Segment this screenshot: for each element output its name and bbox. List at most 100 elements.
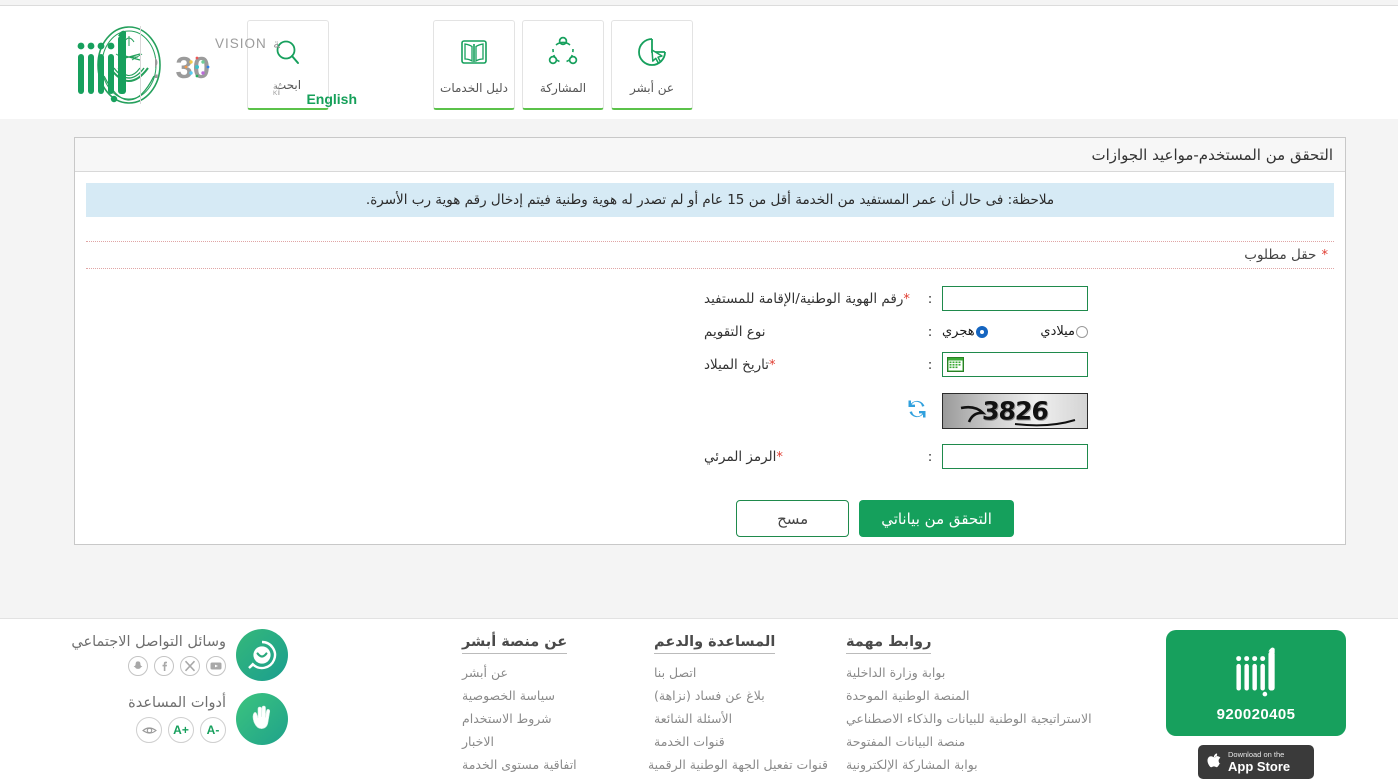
appstore-line1: Download on the <box>1228 750 1285 759</box>
footer-link[interactable]: بوابة وزارة الداخلية <box>846 665 1098 680</box>
page-root: ابحث English عن أبشر المشاركة دليل الخدم… <box>0 0 1398 783</box>
nav-about-absher[interactable]: عن أبشر <box>611 20 693 110</box>
footer-link[interactable]: المنصة الوطنية الموحدة <box>846 688 1098 703</box>
notice-banner: ملاحظة: فى حال أن عمر المستفيد من الخدمة… <box>86 183 1334 217</box>
calendar-type-label: نوع التقويم <box>704 323 766 340</box>
visual-code-input[interactable] <box>942 444 1088 469</box>
absher-logo[interactable] <box>72 24 132 104</box>
social-media-block: وسائل التواصل الاجتماعي <box>18 629 288 681</box>
appstore-badge[interactable]: Download on the App Store <box>1198 745 1314 779</box>
eye-icon[interactable] <box>136 717 162 743</box>
apple-icon <box>1206 751 1222 773</box>
footer-link[interactable]: قنوات الخدمة <box>654 734 828 749</box>
decrease-font-icon[interactable]: -A <box>200 717 226 743</box>
footer-link[interactable]: بلاغ عن فساد (نزاهة) <box>654 688 828 703</box>
panel-header: التحقق من المستخدم-مواعيد الجوازات <box>75 138 1345 172</box>
birth-date-label: *تاريخ الميلاد <box>700 357 918 373</box>
form-row-national-id: : *رقم الهوية الوطنية/الإقامة للمستفيد <box>86 283 1334 314</box>
colon-3: : <box>927 356 933 373</box>
chat-smile-icon[interactable] <box>236 629 288 681</box>
page-title: التحقق من المستخدم-مواعيد الجوازات <box>1091 145 1333 164</box>
radio-hijri-label: هجري <box>942 324 975 339</box>
national-id-input[interactable] <box>942 286 1088 311</box>
form-row-birth-date: : *تاريخ الميلاد <box>86 349 1334 380</box>
book-icon <box>457 35 491 73</box>
footer-link-columns: روابط مهمة بوابة وزارة الداخلية المنصة ا… <box>444 631 1098 780</box>
footer-link[interactable]: اتفاقية مستوى الخدمة <box>462 757 636 772</box>
notice-text: ملاحظة: فى حال أن عمر المستفيد من الخدمة… <box>365 192 1055 208</box>
form-actions: التحقق من بياناتي مسح <box>86 500 1398 537</box>
facebook-icon[interactable] <box>154 656 174 676</box>
footer-link[interactable]: منصة البيانات المفتوحة <box>846 734 1098 749</box>
radio-gregorian[interactable]: ميلادي <box>1040 324 1088 339</box>
language-toggle-english[interactable]: English <box>306 91 357 107</box>
site-header: ابحث English عن أبشر المشاركة دليل الخدم… <box>0 6 1398 119</box>
birth-date-input[interactable] <box>942 352 1088 377</box>
footer-link[interactable]: الاخبار <box>462 734 636 749</box>
nav-services-guide-label: دليل الخدمات <box>440 80 508 95</box>
increase-font-icon[interactable]: +A <box>168 717 194 743</box>
sign-language-hands-icon[interactable] <box>236 693 288 745</box>
svg-text:KINGDOM OF SAUDI ARABIA: KINGDOM OF SAUDI ARABIA <box>273 90 280 96</box>
captcha-image: 3826 <box>942 393 1088 429</box>
form-row-visual-code: : *الرمز المرئي <box>86 441 1334 472</box>
required-star-3: * <box>768 357 776 373</box>
form-row-calendar-type: ميلادي هجري : نوع التقويم <box>86 316 1334 347</box>
contact-card: 920020405 <box>1166 630 1346 736</box>
refresh-icon[interactable] <box>906 398 928 424</box>
calendar-icon[interactable] <box>947 357 964 372</box>
youtube-icon[interactable] <box>206 656 226 676</box>
pie-cursor-icon <box>635 35 669 73</box>
absher-logo-footer-icon <box>1232 644 1280 702</box>
required-star: * <box>1321 247 1329 263</box>
footer-link[interactable]: اتصل بنا <box>654 665 828 680</box>
contact-phone-number: 920020405 <box>1216 705 1296 723</box>
verification-panel: التحقق من المستخدم-مواعيد الجوازات ملاحظ… <box>74 137 1346 545</box>
colon-2: : <box>927 323 933 340</box>
nav-about-absher-label: عن أبشر <box>629 80 675 95</box>
required-star-4: * <box>776 449 783 465</box>
verification-form: : *رقم الهوية الوطنية/الإقامة للمستفيد م… <box>86 283 1334 537</box>
social-icons-row <box>71 656 226 676</box>
footer-link[interactable]: الاستراتيجية الوطنية للبيانات والذكاء ال… <box>846 711 1098 726</box>
header-divider <box>140 26 141 104</box>
footer-column-important-links: روابط مهمة بوابة وزارة الداخلية المنصة ا… <box>828 631 1098 780</box>
footer-link[interactable]: عن أبشر <box>462 665 636 680</box>
panel-body: ملاحظة: فى حال أن عمر المستفيد من الخدمة… <box>75 172 1345 544</box>
radio-gregorian-label: ميلادي <box>1040 324 1075 339</box>
reset-button[interactable]: مسح <box>736 500 850 537</box>
footer-link[interactable]: قنوات تفعيل الجهة الوطنية الرقمية <box>648 757 828 772</box>
captcha-row: 3826 <box>86 391 1334 431</box>
footer-link[interactable]: شروط الاستخدام <box>462 711 636 726</box>
footer-link[interactable]: سياسة الخصوصية <box>462 688 636 703</box>
radio-hijri[interactable]: هجري <box>942 324 988 339</box>
nav-participation[interactable]: المشاركة <box>522 20 604 110</box>
footer-column-title-2: المساعدة والدعم <box>654 634 776 654</box>
accessibility-tools-block: أدوات المساعدة -A +A <box>18 693 288 745</box>
social-media-title: وسائل التواصل الاجتماعي <box>71 634 226 650</box>
svg-text:VISION: VISION <box>215 36 267 51</box>
footer-link[interactable]: الأسئلة الشائعة <box>654 711 828 726</box>
required-field-label: حقل مطلوب <box>1244 247 1317 263</box>
share-network-icon <box>546 35 580 73</box>
nav-services-guide[interactable]: دليل الخدمات <box>433 20 515 110</box>
x-twitter-icon[interactable] <box>180 656 200 676</box>
site-footer: 920020405 Download on the App Store رواب… <box>0 618 1398 783</box>
accessibility-icons-row: -A +A <box>128 717 226 743</box>
colon-1: : <box>927 290 933 307</box>
radio-hijri-dot[interactable] <box>975 325 988 338</box>
required-star-1: * <box>903 291 910 307</box>
radio-gregorian-dot[interactable] <box>1076 325 1088 338</box>
footer-link[interactable]: بوابة المشاركة الإلكترونية <box>846 757 1098 772</box>
vision-2030-logo: رؤيـــــة VISION 2 30 المملكة العربية ال… <box>142 34 363 97</box>
colon-4: : <box>927 448 933 465</box>
submit-verify-button[interactable]: التحقق من بياناتي <box>859 500 1014 537</box>
visual-code-label-text: الرمز المرئي <box>704 448 777 465</box>
required-field-legend: * حقل مطلوب <box>86 241 1334 269</box>
svg-text:رؤيـــــة: رؤيـــــة <box>273 37 280 52</box>
national-id-label: *رقم الهوية الوطنية/الإقامة للمستفيد <box>700 291 918 307</box>
svg-text:30: 30 <box>176 50 210 85</box>
footer-column-about-absher: عن منصة أبشر عن أبشر سياسة الخصوصية شروط… <box>444 631 636 780</box>
header-nav-buttons: عن أبشر المشاركة دليل الخدمات <box>433 20 693 110</box>
snapchat-icon[interactable] <box>128 656 148 676</box>
